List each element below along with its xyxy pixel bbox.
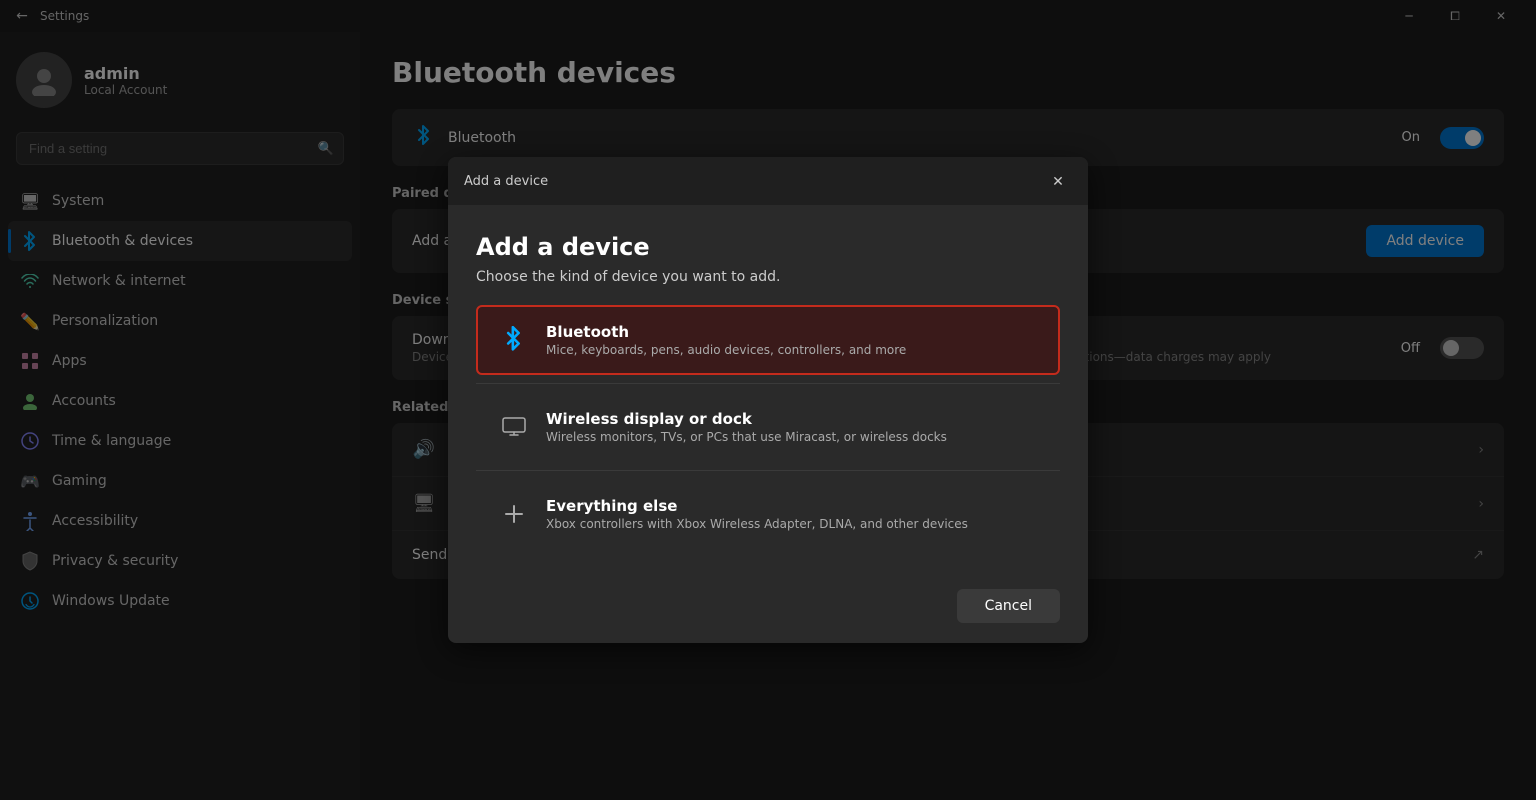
device-option-everything-title: Everything else: [546, 497, 1038, 515]
device-option-wireless-title: Wireless display or dock: [546, 410, 1038, 428]
device-option-bluetooth[interactable]: Bluetooth Mice, keyboards, pens, audio d…: [476, 305, 1060, 375]
cancel-button[interactable]: Cancel: [957, 589, 1060, 623]
modal-title-text: Add a device: [464, 174, 548, 189]
modal-heading: Add a device: [476, 233, 1060, 261]
device-option-everything[interactable]: Everything else Xbox controllers with Xb…: [476, 479, 1060, 549]
device-option-bluetooth-icon: [498, 324, 530, 356]
device-option-bluetooth-text: Bluetooth Mice, keyboards, pens, audio d…: [546, 323, 1038, 357]
device-option-bluetooth-title: Bluetooth: [546, 323, 1038, 341]
device-option-bluetooth-desc: Mice, keyboards, pens, audio devices, co…: [546, 343, 1038, 357]
device-option-everything-text: Everything else Xbox controllers with Xb…: [546, 497, 1038, 531]
device-option-everything-icon: [498, 498, 530, 530]
modal-footer: Cancel: [448, 573, 1088, 643]
device-option-wireless[interactable]: Wireless display or dock Wireless monito…: [476, 392, 1060, 462]
device-option-wireless-desc: Wireless monitors, TVs, or PCs that use …: [546, 430, 1038, 444]
modal-divider-2: [476, 470, 1060, 471]
device-option-everything-desc: Xbox controllers with Xbox Wireless Adap…: [546, 517, 1038, 531]
device-option-wireless-icon: [498, 411, 530, 443]
modal-subtitle: Choose the kind of device you want to ad…: [476, 269, 1060, 285]
modal-divider-1: [476, 383, 1060, 384]
device-option-wireless-text: Wireless display or dock Wireless monito…: [546, 410, 1038, 444]
modal-body: Add a device Choose the kind of device y…: [448, 205, 1088, 573]
modal-title-bar: Add a device ✕: [448, 157, 1088, 205]
modal-overlay: Add a device ✕ Add a device Choose the k…: [0, 0, 1536, 800]
add-device-dialog: Add a device ✕ Add a device Choose the k…: [448, 157, 1088, 643]
modal-close-button[interactable]: ✕: [1044, 167, 1072, 195]
